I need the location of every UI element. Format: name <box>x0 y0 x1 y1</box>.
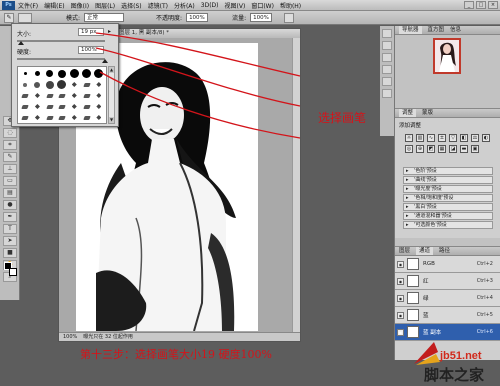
annotation-label: 选择画笔 <box>318 111 367 125</box>
annotation-line <box>99 71 301 139</box>
watermark-site: jb51.net <box>440 350 482 362</box>
annotation-line <box>95 47 301 107</box>
annotation-lines <box>95 32 301 139</box>
annotation-line <box>95 32 301 77</box>
watermark-name: 脚本之家 <box>424 366 485 384</box>
step-caption: 第十三步：选择画笔大小19 硬度100% <box>80 348 272 361</box>
